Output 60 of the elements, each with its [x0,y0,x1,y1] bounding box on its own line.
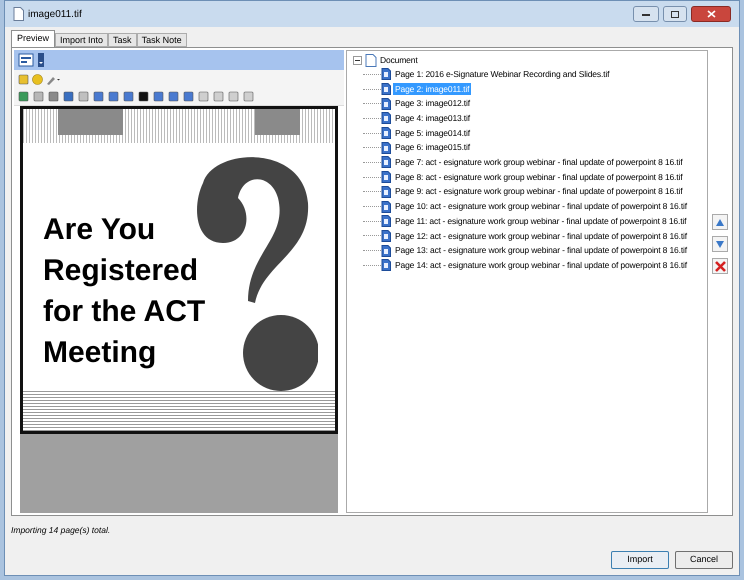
maximize-icon [671,10,679,18]
status-text: Importing 14 page(s) total. [11,524,112,537]
poster-text: Are You [43,212,156,248]
page-icon [381,98,391,110]
tree-item[interactable]: Page 9: act - esignature work group webinar - final update of powerpoint 8 16.tif [393,185,684,198]
tree-item[interactable]: Page 6: image015.tif [393,141,472,154]
page-icon [381,83,391,96]
delete-icon [714,260,726,272]
document-icon [13,7,24,21]
close-button[interactable] [691,6,731,22]
poster-text: for the ACT [43,294,206,330]
tree-item[interactable]: Page 10: act - esignature work group webinar - final update of powerpoint 8 16.tif [393,200,689,213]
tree-item[interactable]: Page 3: image012.tif [393,97,472,110]
tab[interactable]: Preview [11,30,56,47]
circle-icon[interactable] [32,74,43,84]
close-icon [706,10,716,18]
dialog-button[interactable]: Cancel [675,551,733,569]
minimize-icon [642,12,650,16]
page-icon [381,200,391,213]
delete-button[interactable] [712,258,728,274]
tab[interactable]: Task [108,33,137,47]
tab[interactable]: Import Into [55,33,108,47]
tree-item[interactable]: Page 7: act - esignature work group webinar - final update of powerpoint 8 16.tif [393,156,684,169]
tree-item[interactable]: Page 12: act - esignature work group webinar - final update of powerpoint 8 16.tif [393,230,689,242]
tree-item[interactable]: Page 11: act - esignature work group webinar - final update of powerpoint 8 16.tif [393,214,688,228]
page-icon [381,244,391,257]
move-down-button[interactable] [712,236,728,252]
page-icon [381,215,391,228]
window-title: image011.tif [28,8,82,22]
maximize-button[interactable] [663,6,687,22]
up-arrow-icon [716,218,724,226]
panel-layout-icon[interactable] [18,53,34,67]
poster-text: Meeting [43,335,158,371]
tree-item[interactable]: Page 1: 2016 e-Signature Webinar Recording and Slides.tif [393,68,612,81]
shaded-block [58,109,123,135]
page-icon [381,112,391,124]
tab[interactable]: Task Note [136,33,187,47]
page-icon [381,171,391,184]
page-icon [381,142,391,154]
minimize-button[interactable] [633,6,659,22]
page-icon [381,186,391,198]
page-icon [381,230,391,242]
poster-text: Registered [43,253,200,289]
shaded-block [255,109,300,135]
tree-item[interactable]: Page 14: act - esignature work group webinar - final update of powerpoint 8 16.tif [393,258,689,272]
collapse-icon[interactable] [353,56,362,64]
move-up-button[interactable] [712,214,728,230]
dialog-button[interactable]: Import [611,551,669,569]
page-icon [381,156,391,168]
toolbar-tool-icon[interactable] [138,91,149,102]
page-icon [381,127,391,140]
document-icon [365,54,377,66]
tree-item[interactable]: Page 5: image014.tif [393,126,472,140]
tree-root-label[interactable]: Document [380,54,418,66]
tree-item[interactable]: Page 13: act - esignature work group webinar - final update of powerpoint 8 16.tif [393,244,689,257]
tree-item[interactable]: Page 8: act - esignature work group webinar - final update of powerpoint 8 16.tif [393,170,684,184]
page-icon [381,68,391,80]
down-arrow-icon [716,240,724,248]
page-icon [381,259,391,272]
tree-item[interactable]: Page 4: image013.tif [393,112,472,125]
